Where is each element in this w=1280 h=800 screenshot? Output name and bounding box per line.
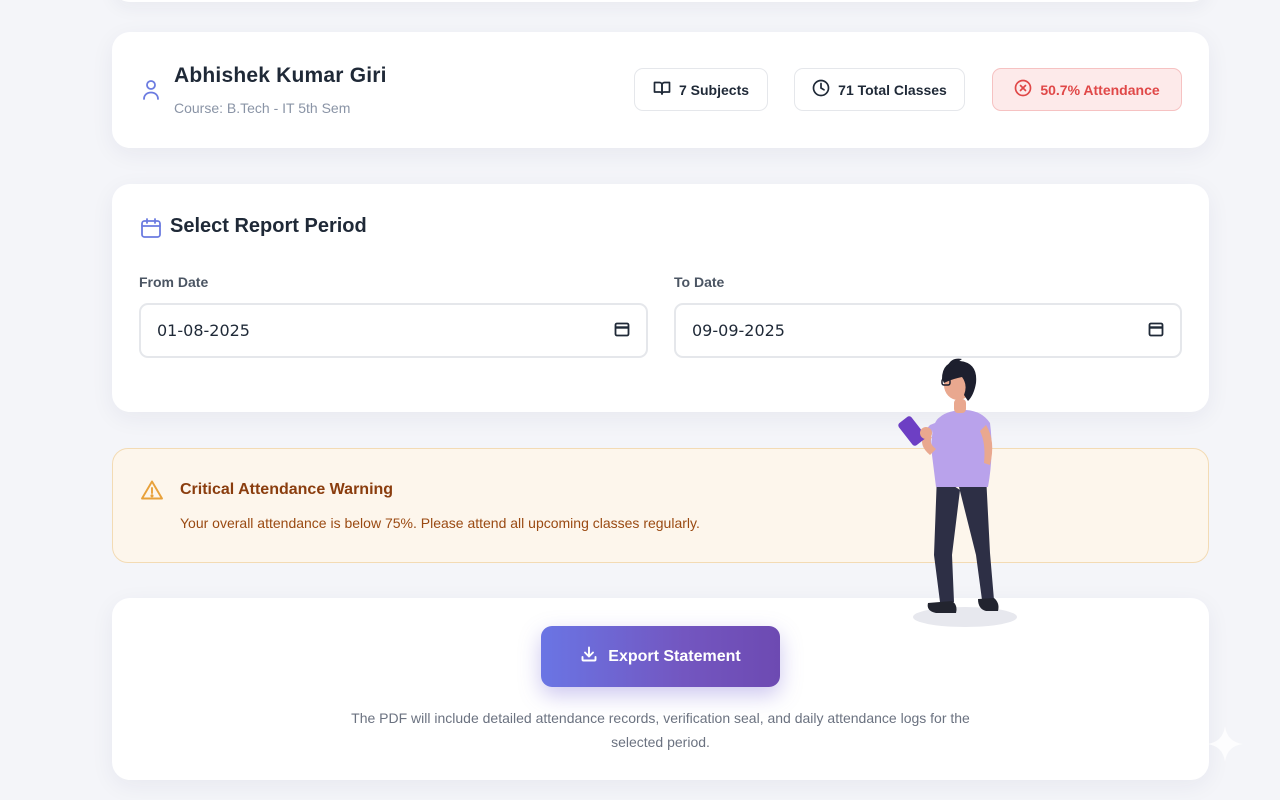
page: Abhishek Kumar Giri Course: B.Tech - IT …	[0, 0, 1280, 800]
x-circle-icon	[1014, 79, 1032, 100]
report-period-card: Select Report Period From Date 01-08-202…	[112, 184, 1209, 412]
export-statement-label: Export Statement	[608, 647, 741, 665]
user-icon	[142, 79, 160, 101]
subjects-badge: 7 Subjects	[634, 68, 768, 111]
calendar-picker-icon[interactable]	[1148, 321, 1164, 341]
export-statement-button[interactable]: Export Statement	[541, 626, 780, 687]
total-classes-badge: 71 Total Classes	[794, 68, 965, 111]
warning-message: Your overall attendance is below 75%. Pl…	[180, 515, 700, 531]
warning-title: Critical Attendance Warning	[180, 481, 394, 498]
calendar-icon	[140, 217, 162, 244]
attendance-badge: 50.7% Attendance	[992, 68, 1182, 111]
attendance-warning-banner: Critical Attendance Warning Your overall…	[112, 448, 1209, 563]
to-date-label: To Date	[674, 274, 725, 290]
student-course: Course: B.Tech - IT 5th Sem	[174, 100, 351, 116]
to-date-value: 09-09-2025	[692, 321, 785, 340]
book-icon	[653, 80, 671, 99]
clock-icon	[812, 79, 830, 100]
report-period-title: Select Report Period	[170, 215, 367, 237]
sparkle-icon	[1205, 724, 1245, 769]
total-classes-count: 71 Total Classes	[838, 81, 947, 98]
from-date-value: 01-08-2025	[157, 321, 250, 340]
attendance-percent: 50.7% Attendance	[1040, 81, 1160, 98]
student-name: Abhishek Kumar Giri	[174, 64, 387, 87]
person-with-phone-illustration	[898, 358, 1017, 627]
from-date-input[interactable]: 01-08-2025	[139, 303, 648, 358]
export-note: The PDF will include detailed attendance…	[351, 710, 970, 750]
export-card: Export Statement The PDF will include de…	[112, 598, 1209, 780]
subjects-count: 7 Subjects	[678, 81, 750, 98]
download-icon	[580, 645, 598, 668]
from-date-label: From Date	[139, 274, 209, 290]
previous-card-edge	[112, 0, 1209, 2]
to-date-input[interactable]: 09-09-2025	[674, 303, 1182, 358]
calendar-picker-icon[interactable]	[614, 321, 630, 341]
student-profile-card: Abhishek Kumar Giri Course: B.Tech - IT …	[112, 32, 1209, 148]
warning-triangle-icon	[140, 479, 164, 506]
